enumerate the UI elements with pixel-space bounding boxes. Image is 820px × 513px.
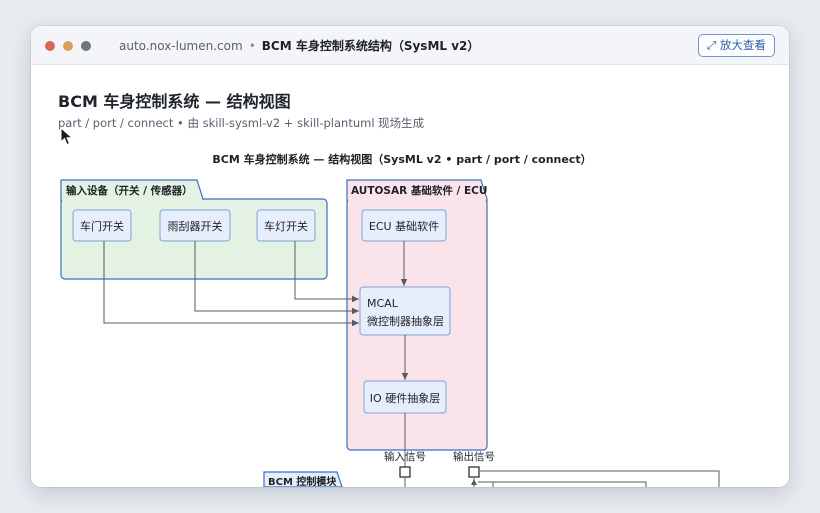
diagram-title: BCM 车身控制系统 — 结构视图（SysML v2 • part / port…: [212, 152, 591, 166]
connector-output-route: [480, 470, 720, 487]
port-input-label: 输入信号: [384, 450, 426, 463]
browser-window: auto.nox-lumen.com • BCM 车身控制系统结构（SysML v2…: [31, 26, 789, 487]
part-io-hardware-abstraction[interactable]: IO 硬件抽象层: [363, 380, 447, 414]
part-door-switch-label: 车门开关: [80, 219, 124, 233]
address-bar[interactable]: auto.nox-lumen.com • BCM 车身控制系统结构（SysML v2…: [119, 37, 479, 55]
part-door-switch[interactable]: 车门开关: [72, 209, 132, 242]
part-mcal-label-line1: MCAL: [367, 297, 399, 310]
part-io-label: IO 硬件抽象层: [370, 391, 440, 405]
part-wiper-switch[interactable]: 雨刮器开关: [159, 209, 231, 242]
connector-output-inner: [478, 481, 494, 487]
close-dot-icon[interactable]: [45, 41, 55, 51]
part-mcal-label-line2: 微控制器抽象层: [367, 314, 444, 328]
input-group-label: 输入设备（开关 / 传感器）: [66, 184, 193, 197]
bcm-group-label: BCM 控制模块: [268, 475, 337, 487]
minimize-dot-icon[interactable]: [63, 41, 73, 51]
part-mcal[interactable]: MCAL 微控制器抽象层: [359, 286, 451, 336]
connector-output-inner-2: [493, 481, 647, 487]
structure-diagram: BCM 车身控制系统 — 结构视图（SysML v2 • part / port…: [60, 152, 720, 487]
port-output-signal[interactable]: 输出信号: [453, 450, 495, 485]
part-light-switch-label: 车灯开关: [264, 219, 308, 233]
maximize-dot-icon[interactable]: [81, 41, 91, 51]
title-bar: auto.nox-lumen.com • BCM 车身控制系统结构（SysML v2…: [31, 26, 789, 65]
autosar-group-label: AUTOSAR 基础软件 / ECU: [351, 184, 487, 197]
part-wiper-switch-label: 雨刮器开关: [168, 219, 223, 233]
address-separator: •: [248, 39, 256, 53]
part-light-switch[interactable]: 车灯开关: [256, 209, 316, 242]
bcm-control-module-group: BCM 控制模块: [263, 471, 343, 487]
mouse-cursor-icon: [60, 127, 74, 146]
address-page-title: BCM 车身控制系统结构（SysML v2）: [261, 39, 480, 53]
part-ecu-base-software[interactable]: ECU 基础软件: [361, 209, 447, 242]
part-ecu-label: ECU 基础软件: [369, 219, 439, 233]
address-host: auto.nox-lumen.com: [119, 39, 243, 53]
zoom-view-button[interactable]: ⤢ 放大查看: [698, 34, 775, 57]
port-output-label: 输出信号: [453, 450, 495, 463]
page-content: BCM 车身控制系统 — 结构视图 part / port / connect …: [31, 66, 789, 487]
